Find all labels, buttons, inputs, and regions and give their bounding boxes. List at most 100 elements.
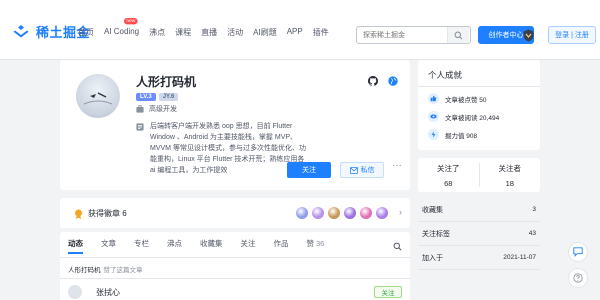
profile-meta-list: 收藏集 3 关注标签 43 加入于 2021-11-07 — [418, 198, 540, 270]
more-options-button[interactable]: ··· — [392, 160, 402, 171]
briefcase-icon — [136, 105, 144, 113]
search-icon — [393, 242, 402, 251]
badge-medal-icon[interactable] — [296, 207, 308, 219]
meta-value: 2021-11-07 — [503, 254, 536, 261]
achievement-reads-text: 文章被阅读 20,494 — [445, 114, 500, 122]
mail-icon — [349, 166, 358, 174]
activity-entry: 人形打码机 赞了这篇文章 — [68, 264, 143, 274]
chat-bubble-icon — [573, 247, 583, 257]
medal-icon — [75, 209, 82, 219]
login-register-button[interactable]: 登录 | 注册 — [548, 26, 596, 44]
vip-shield-icon — [523, 29, 533, 41]
divider — [60, 257, 410, 258]
tab-works[interactable]: 作品 — [274, 238, 289, 249]
meta-label: 加入于 — [422, 254, 443, 262]
level-badge[interactable]: LV.3 — [136, 93, 156, 101]
tab-likes-count: 36 — [316, 239, 325, 248]
social-links — [368, 76, 398, 86]
tab-likes[interactable]: 赞 36 — [307, 238, 325, 249]
badge-medal-icon[interactable] — [344, 207, 356, 219]
nav-item-home[interactable]: 首页 — [78, 27, 94, 38]
vip-icon[interactable] — [522, 27, 534, 43]
job-title: 高级开发 — [149, 106, 177, 113]
avatar[interactable] — [68, 285, 82, 299]
help-button[interactable] — [568, 268, 588, 288]
user-badges: LV.3 JY.6 — [136, 93, 179, 101]
followers-count: 18 — [505, 178, 514, 188]
achievement-power-text: 掘力值 908 — [445, 132, 478, 140]
tab-columns[interactable]: 专栏 — [134, 238, 149, 249]
nav-item-courses[interactable]: 课程 — [175, 27, 191, 38]
nav-item-ai-coding[interactable]: AI Coding new — [104, 18, 140, 38]
badge-medal-icon[interactable] — [360, 207, 372, 219]
follow-button[interactable]: 关注 — [287, 162, 331, 178]
bio-icon — [136, 123, 144, 131]
divider — [418, 86, 540, 87]
badge-medal-icon[interactable] — [328, 207, 340, 219]
chevron-right-icon: › — [399, 207, 402, 217]
follow-author-button[interactable]: 关注 — [374, 286, 402, 298]
nav-item-label: AI Coding — [104, 27, 140, 36]
tab-activity[interactable]: 动态 — [68, 238, 83, 254]
follow-stats: 关注了 68 关注者 18 — [418, 158, 540, 192]
github-icon[interactable] — [368, 76, 378, 86]
achievement-likes-text: 文章被点赞 50 — [445, 96, 487, 104]
tab-pins[interactable]: 沸点 — [167, 238, 182, 249]
divider — [60, 278, 410, 279]
feedback-button[interactable] — [568, 242, 588, 262]
nav-item-pins[interactable]: 沸点 — [149, 27, 165, 38]
activity-action: 赞了这篇文章 — [103, 267, 143, 274]
power-icon — [428, 129, 439, 140]
search-icon — [454, 31, 463, 39]
badge-medal-icon[interactable] — [312, 207, 324, 219]
tab-following[interactable]: 关注 — [241, 238, 256, 249]
jy-badge[interactable]: JY.6 — [158, 93, 179, 101]
eye-icon — [428, 111, 439, 122]
followers-stat[interactable]: 关注者 18 — [480, 158, 541, 192]
tab-search-button[interactable] — [393, 238, 402, 256]
joined-row: 加入于 2021-11-07 — [418, 246, 540, 270]
badge-icons — [296, 207, 388, 219]
nav-item-events[interactable]: 活动 — [227, 27, 243, 38]
help-icon — [573, 273, 583, 283]
badge-medal-icon[interactable] — [376, 207, 388, 219]
post-author-row: 张拭心 关注 — [68, 284, 402, 300]
achievements-list: 文章被点赞 50 文章被阅读 20,494 掘力值 908 — [428, 93, 499, 140]
profile-username: 人形打码机 — [136, 75, 197, 89]
following-label: 关注了 — [437, 163, 460, 173]
message-label: 私信 — [360, 167, 375, 174]
tab-articles[interactable]: 文章 — [101, 238, 116, 249]
achievement-power: 掘力值 908 — [428, 129, 499, 140]
new-badge: new — [124, 18, 138, 25]
meta-label: 收藏集 — [422, 206, 443, 214]
search-box — [356, 26, 471, 44]
message-button[interactable]: 私信 — [340, 162, 384, 178]
avatar[interactable] — [76, 74, 120, 118]
nav-item-live[interactable]: 直播 — [201, 27, 217, 38]
search-input[interactable] — [357, 28, 447, 42]
tab-likes-label: 赞 — [306, 239, 315, 248]
badges-count-label: 获得徽章 6 — [88, 209, 127, 218]
profile-card: 人形打码机 LV.3 JY.6 高级开发 后端转客户端开发熟悉 oop 思想，目… — [60, 60, 410, 190]
post-author-name[interactable]: 张拭心 — [96, 287, 120, 298]
collections-row[interactable]: 收藏集 3 — [418, 198, 540, 222]
nav-item-app[interactable]: APP — [287, 27, 303, 38]
tab-collections[interactable]: 收藏集 — [200, 238, 223, 249]
followers-label: 关注者 — [498, 163, 522, 173]
activity-card: 动态 文章 专栏 沸点 收藏集 关注 作品 赞 36 人形打码机 赞了这篇文章 张拭… — [60, 232, 410, 300]
top-navigation: 稀土掘金 首页 AI Coding new 沸点 课程 直播 活动 AI刷题 A… — [0, 0, 600, 60]
nav-item-ai-practice[interactable]: AI刷题 — [253, 27, 277, 38]
followed-tags-row[interactable]: 关注标签 43 — [418, 222, 540, 246]
badges-label: 获得徽章 6 — [74, 208, 127, 219]
website-globe-icon[interactable] — [388, 76, 398, 86]
search-button[interactable] — [447, 27, 469, 43]
avatar-image — [83, 92, 113, 105]
achievements-title: 个人成就 — [428, 70, 463, 80]
nav-item-plugins[interactable]: 插件 — [313, 27, 329, 38]
badges-card[interactable]: 获得徽章 6 › — [60, 198, 410, 228]
activity-user[interactable]: 人形打码机 — [68, 267, 101, 274]
following-count: 68 — [444, 178, 453, 188]
bio-text: 后端转客户端开发熟悉 oop 思想，目前 Flutter Window 、And… — [150, 123, 306, 174]
following-stat[interactable]: 关注了 68 — [418, 158, 479, 192]
meta-value: 43 — [528, 230, 536, 237]
